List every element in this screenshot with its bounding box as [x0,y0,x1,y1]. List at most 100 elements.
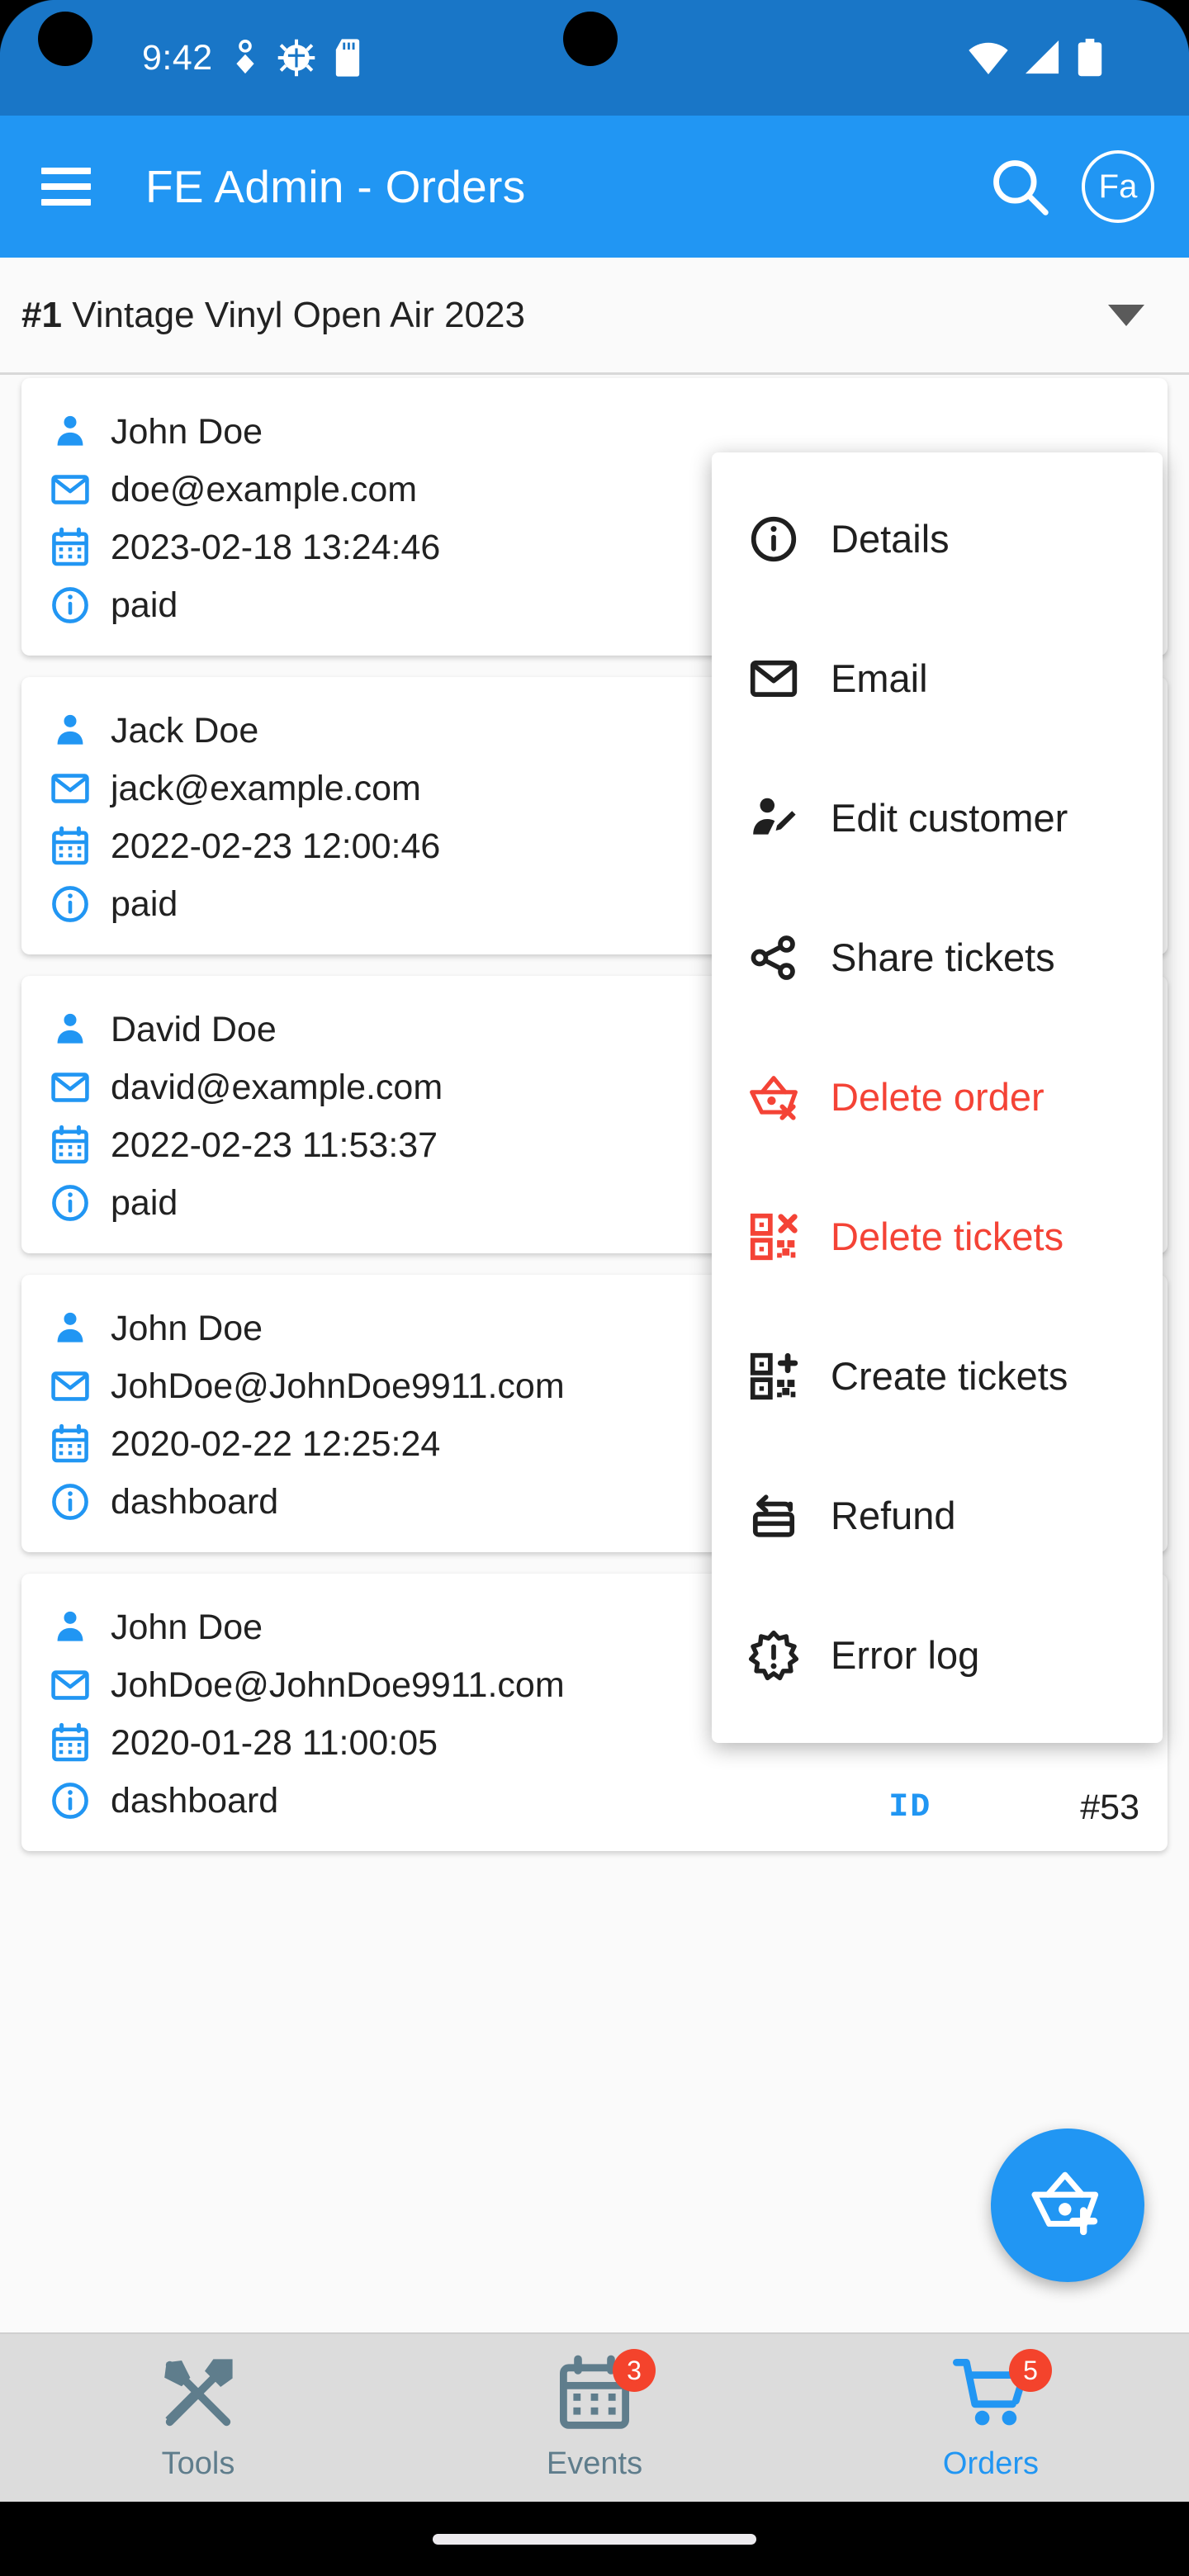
menu-item-label: Create tickets [831,1353,1068,1399]
menu-item-label: Details [831,516,950,561]
menu-item-share-tickets[interactable]: Share tickets [712,888,1163,1027]
menu-item-email[interactable]: Email [712,608,1163,748]
info-circle-icon [50,1182,91,1224]
app-bar-actions: Fa [989,150,1154,223]
event-name: Vintage Vinyl Open Air 2023 [72,295,525,335]
person-icon [50,1607,91,1648]
qr-remove-icon [748,1211,799,1262]
order-email: jack@example.com [111,769,421,809]
menu-item-refund[interactable]: Refund [712,1446,1163,1585]
create-order-fab[interactable] [991,2129,1144,2282]
camera-notch-right [563,12,618,66]
order-name: John Doe [111,1309,263,1349]
envelope-icon [50,469,91,510]
event-selector[interactable]: #1 Vintage Vinyl Open Air 2023 [0,258,1189,375]
qr-remove-icon [748,1211,799,1262]
nav-item-orders[interactable]: 5 Orders [793,2334,1189,2502]
menu-item-edit-customer[interactable]: Edit customer [712,748,1163,888]
envelope-icon [50,469,91,510]
search-icon[interactable] [989,156,1050,217]
calendar-icon: 3 [555,2354,634,2433]
basket-remove-icon [748,1072,799,1123]
chevron-down-icon[interactable] [1108,305,1144,326]
order-status: dashboard [111,1781,278,1821]
order-name: John Doe [111,412,263,452]
info-circle-icon [50,585,91,626]
menu-item-label: Delete order [831,1074,1045,1120]
menu-item-label: Error log [831,1632,979,1678]
order-name: John Doe [111,1608,263,1648]
info-circle-icon [50,1182,91,1224]
calendar-icon [50,1125,91,1166]
info-circle-icon [50,585,91,626]
wifi-icon [968,40,1009,75]
order-name: Jack Doe [111,711,258,751]
order-date: 2020-02-22 12:25:24 [111,1424,440,1465]
envelope-icon [748,653,799,704]
basket-remove-icon [748,1072,799,1123]
menu-item-details[interactable]: Details [712,469,1163,608]
person-edit-icon [748,793,799,844]
menu-item-create-tickets[interactable]: Create tickets [712,1306,1163,1446]
info-circle-icon [748,514,799,565]
order-email: JohDoe@JohnDoe9911.com [111,1366,565,1407]
envelope-icon [50,1067,91,1108]
order-email: JohDoe@JohnDoe9911.com [111,1665,565,1706]
info-circle-icon [50,1481,91,1522]
envelope-icon [50,1366,91,1407]
order-email: david@example.com [111,1068,443,1108]
info-circle-icon [50,883,91,925]
person-icon [50,1607,91,1648]
person-icon [50,1009,91,1050]
status-bar-left: 9:42 [142,38,362,78]
person-icon [50,1009,91,1050]
menu-item-delete-order[interactable]: Delete order [712,1027,1163,1167]
order-date: 2022-02-23 11:53:37 [111,1125,438,1166]
phone-screen: 9:42 [0,0,1189,2576]
error-burst-icon [748,1630,799,1681]
avatar[interactable]: Fa [1082,150,1154,223]
menu-item-error-log[interactable]: Error log [712,1585,1163,1725]
info-circle-icon [748,514,799,565]
order-status: paid [111,1183,178,1224]
battery-icon [1077,38,1103,78]
order-id-label[interactable]: ID [888,1789,931,1826]
calendar-icon [50,1722,91,1764]
home-gesture-pill[interactable] [433,2534,756,2545]
order-date: 2023-02-18 13:24:46 [111,528,440,568]
order-email: doe@example.com [111,470,417,510]
nav-item-tools[interactable]: Tools [0,2334,396,2502]
order-id-footer: ID #53 [888,1788,1139,1828]
debug-gear-icon [277,39,315,77]
order-status: paid [111,884,178,925]
info-circle-icon [50,1780,91,1821]
order-status: dashboard [111,1482,278,1522]
menu-item-label: Delete tickets [831,1214,1063,1259]
status-time: 9:42 [142,38,213,78]
nav-badge: 5 [1009,2349,1052,2392]
order-status: paid [111,585,178,626]
basket-add-icon [1028,2166,1107,2245]
menu-item-label: Edit customer [831,795,1068,841]
bottom-navigation: Tools 3 Events 5 Orders [0,2332,1189,2502]
order-name: David Doe [111,1010,277,1050]
nav-item-label: Orders [943,2446,1039,2482]
menu-item-label: Refund [831,1493,956,1538]
location-sharing-icon [231,39,259,77]
hamburger-menu-icon[interactable] [35,155,97,218]
envelope-icon [50,768,91,809]
envelope-icon [50,1664,91,1706]
calendar-icon [50,826,91,867]
calendar-icon [50,1125,91,1166]
page-title: FE Admin - Orders [145,160,526,213]
cellular-signal-icon [1024,40,1062,75]
cart-icon: 5 [951,2354,1030,2433]
person-icon [50,411,91,452]
nav-item-events[interactable]: 3 Events [396,2334,793,2502]
event-selector-label: #1 Vintage Vinyl Open Air 2023 [21,295,525,336]
tools-icon [159,2354,238,2433]
qr-add-icon [748,1351,799,1402]
card-return-icon [748,1490,799,1541]
envelope-icon [748,653,799,704]
menu-item-delete-tickets[interactable]: Delete tickets [712,1167,1163,1306]
